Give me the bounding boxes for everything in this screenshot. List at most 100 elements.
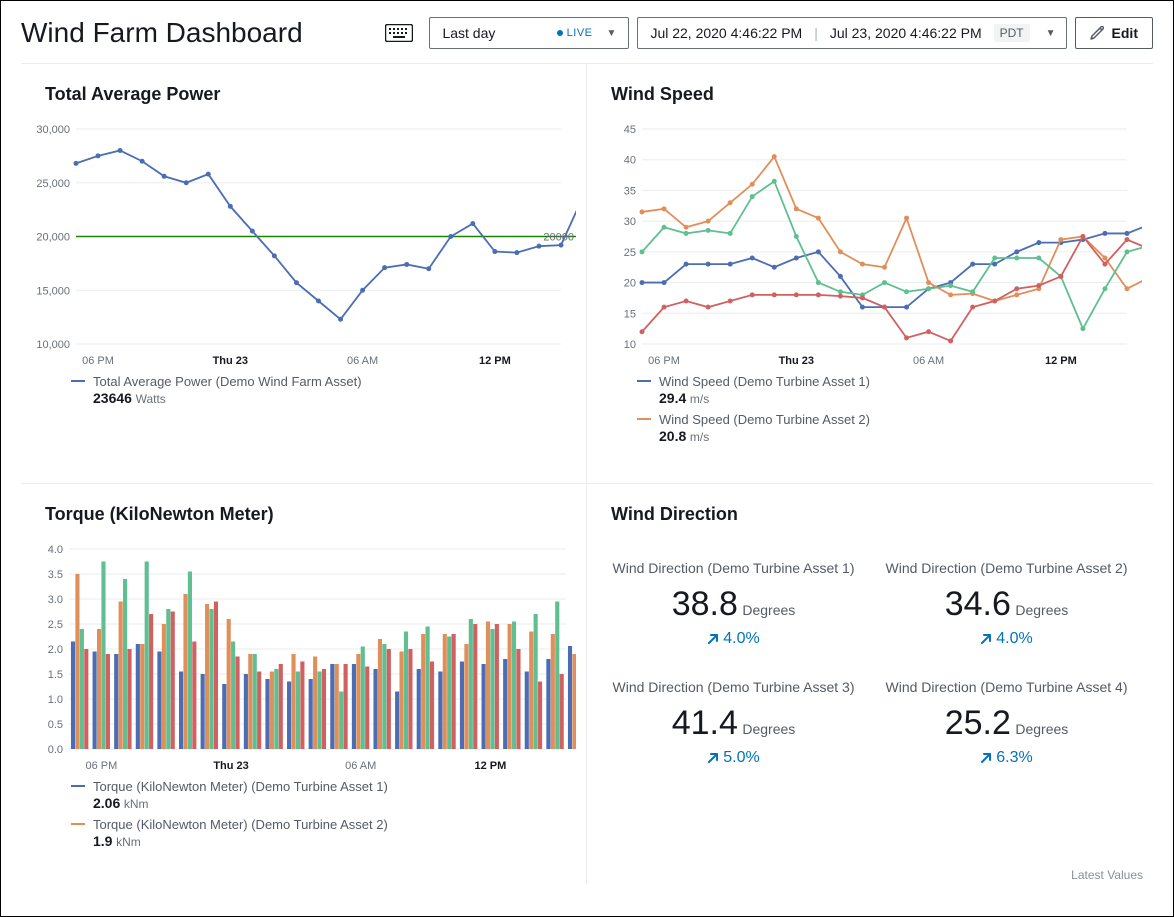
legend-unit: kNm (116, 835, 141, 849)
panel-title: Torque (KiloNewton Meter) (45, 504, 576, 525)
svg-text:Thu 23: Thu 23 (779, 355, 814, 367)
kpi-value: 34.6 (945, 585, 1011, 623)
svg-text:06 PM: 06 PM (82, 355, 114, 367)
kpi-name: Wind Direction (Demo Turbine Asset 4) (880, 678, 1133, 696)
timezone-badge: PDT (994, 24, 1030, 42)
svg-text:0.5: 0.5 (48, 719, 63, 731)
svg-text:25: 25 (624, 247, 636, 259)
arrow-up-right-icon (980, 752, 992, 764)
kpi-card: Wind Direction (Demo Turbine Asset 1) 38… (607, 559, 860, 648)
svg-text:20: 20 (624, 278, 636, 290)
svg-text:10: 10 (624, 339, 636, 351)
kpi-trend: 4.0% (607, 630, 860, 648)
panel-title: Wind Direction (611, 504, 1143, 525)
date-from: Jul 22, 2020 4:46:22 PM (650, 25, 802, 41)
svg-text:15: 15 (624, 308, 636, 320)
svg-text:12 PM: 12 PM (1045, 355, 1077, 367)
page-title: Wind Farm Dashboard (21, 17, 375, 49)
date-range-picker[interactable]: Jul 22, 2020 4:46:22 PM | Jul 23, 2020 4… (637, 17, 1066, 49)
time-range-label: Last day (442, 25, 495, 41)
dashboard-header: Wind Farm Dashboard Last day LIVE ▼ Jul … (1, 1, 1173, 63)
kpi-trend: 4.0% (880, 630, 1133, 648)
svg-text:1.0: 1.0 (48, 694, 63, 706)
legend-value: 29.4 (659, 390, 686, 406)
torque-bar-chart[interactable]: 0.0 0.5 1.0 1.5 2.0 2.5 3.0 3.5 4.0 06 PM Thu 23 06… (31, 539, 576, 779)
legend-item: Wind Speed (Demo Turbine Asset 2) 20.8 m… (637, 412, 1143, 444)
kpi-value: 38.8 (672, 585, 738, 623)
live-badge: LIVE (557, 27, 593, 39)
svg-text:35: 35 (624, 185, 636, 197)
edit-button[interactable]: Edit (1075, 17, 1153, 49)
legend-label: Total Average Power (Demo Wind Farm Asse… (93, 374, 362, 390)
svg-text:12 PM: 12 PM (479, 355, 511, 367)
legend-value: 20.8 (659, 428, 686, 444)
power-line-chart[interactable]: 10,00015,00020,00025,00030,0002000006 PM… (31, 119, 576, 374)
legend-unit: Watts (136, 392, 166, 406)
svg-text:40: 40 (624, 155, 636, 167)
svg-text:12 PM: 12 PM (474, 760, 506, 772)
svg-text:30: 30 (624, 216, 636, 228)
chevron-down-icon: ▼ (603, 28, 621, 39)
svg-text:20,000: 20,000 (36, 232, 70, 244)
legend-value: 23646 (93, 390, 132, 406)
legend-label: Torque (KiloNewton Meter) (Demo Turbine … (93, 779, 388, 795)
panel-wind-speed: Wind Speed 101520253035404506 PMThu 2306… (587, 64, 1153, 484)
svg-text:0.0: 0.0 (48, 744, 63, 756)
svg-text:4.0: 4.0 (48, 544, 63, 556)
legend-label: Wind Speed (Demo Turbine Asset 2) (659, 412, 870, 428)
legend-label: Torque (KiloNewton Meter) (Demo Turbine … (93, 817, 388, 833)
chevron-down-icon: ▼ (1042, 28, 1060, 39)
legend-label: Wind Speed (Demo Turbine Asset 1) (659, 374, 870, 390)
kpi-unit: Degrees (742, 602, 795, 618)
svg-text:2.5: 2.5 (48, 619, 63, 631)
legend-item: Wind Speed (Demo Turbine Asset 1) 29.4 m… (637, 374, 1143, 406)
legend-item: Total Average Power (Demo Wind Farm Asse… (71, 374, 576, 406)
kpi-card: Wind Direction (Demo Turbine Asset 3) 41… (607, 678, 860, 767)
svg-text:3.5: 3.5 (48, 569, 63, 581)
kpi-unit: Degrees (742, 721, 795, 737)
legend-item: Torque (KiloNewton Meter) (Demo Turbine … (71, 779, 576, 811)
svg-text:10,000: 10,000 (36, 339, 70, 351)
arrow-up-right-icon (980, 633, 992, 645)
svg-text:30,000: 30,000 (36, 124, 70, 136)
svg-text:2.0: 2.0 (48, 644, 63, 656)
kpi-trend: 6.3% (880, 749, 1133, 767)
legend-unit: m/s (690, 392, 709, 406)
kpi-name: Wind Direction (Demo Turbine Asset 1) (607, 559, 860, 577)
kpi-card: Wind Direction (Demo Turbine Asset 4) 25… (880, 678, 1133, 767)
panel-torque: Torque (KiloNewton Meter) 0.0 0.5 1.0 1.5 2.… (21, 484, 587, 884)
kpi-trend: 5.0% (607, 749, 860, 767)
svg-text:Thu 23: Thu 23 (213, 355, 248, 367)
svg-text:Thu 23: Thu 23 (213, 760, 248, 772)
legend-value: 1.9 (93, 833, 112, 849)
windspeed-line-chart[interactable]: 101520253035404506 PMThu 2306 AM12 PM (597, 119, 1142, 374)
svg-text:06 AM: 06 AM (347, 355, 378, 367)
svg-text:3.0: 3.0 (48, 594, 63, 606)
svg-text:1.5: 1.5 (48, 669, 63, 681)
panel-title: Total Average Power (45, 84, 576, 105)
panel-title: Wind Speed (611, 84, 1143, 105)
svg-text:06 PM: 06 PM (86, 760, 118, 772)
arrow-up-right-icon (707, 752, 719, 764)
kpi-name: Wind Direction (Demo Turbine Asset 3) (607, 678, 860, 696)
kpi-value: 41.4 (672, 704, 738, 742)
kpi-value: 25.2 (945, 704, 1011, 742)
kpi-unit: Degrees (1015, 602, 1068, 618)
arrow-up-right-icon (707, 633, 719, 645)
legend-item: Torque (KiloNewton Meter) (Demo Turbine … (71, 817, 576, 849)
edit-label: Edit (1112, 25, 1138, 41)
panel-total-average-power: Total Average Power 10,00015,00020,00025… (21, 64, 587, 484)
svg-text:06 AM: 06 AM (345, 760, 376, 772)
keyboard-icon[interactable] (383, 17, 415, 49)
date-to: Jul 23, 2020 4:46:22 PM (830, 25, 982, 41)
kpi-card: Wind Direction (Demo Turbine Asset 2) 34… (880, 559, 1133, 648)
legend-value: 2.06 (93, 795, 120, 811)
latest-values-label: Latest Values (1071, 868, 1143, 882)
legend-unit: m/s (690, 430, 709, 444)
svg-text:45: 45 (624, 124, 636, 136)
pencil-icon (1090, 26, 1104, 40)
panel-wind-direction: Wind Direction Wind Direction (Demo Turb… (587, 484, 1153, 884)
svg-text:20000: 20000 (543, 232, 574, 244)
svg-text:25,000: 25,000 (36, 178, 70, 190)
time-range-dropdown[interactable]: Last day LIVE ▼ (429, 17, 629, 49)
